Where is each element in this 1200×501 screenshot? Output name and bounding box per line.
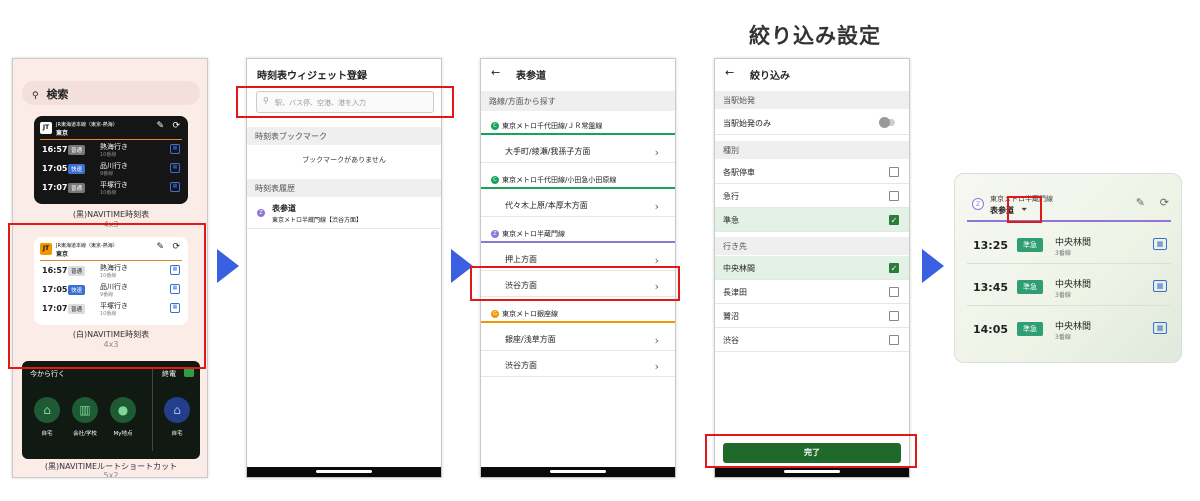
origin-section-header: 当駅始発 (715, 91, 909, 109)
checkbox-checked[interactable]: ✓ (889, 215, 899, 225)
timetable-icon: ▦ (170, 182, 180, 192)
origin-only-switch[interactable] (879, 117, 895, 128)
refresh-icon[interactable]: ⟳ (172, 121, 180, 131)
shortcut-widget-size: 5x2 (103, 471, 119, 478)
type-option[interactable]: 各駅停車 (715, 160, 909, 184)
history-item[interactable]: Z 表参道 東京メトロ半蔵門線【渋谷方面】 (247, 199, 441, 229)
destination-option-selected[interactable]: 中央林間 ✓ (715, 256, 909, 280)
chevron-right-icon: › (654, 146, 659, 159)
destination-option[interactable]: 鷺沼 (715, 304, 909, 328)
direction-item[interactable]: 銀座/浅草方面 › (481, 325, 675, 351)
search-icon: ⚲ (32, 91, 39, 101)
widget-dark-label: (黒)NAVITIME時刻表 (72, 210, 150, 219)
filter-screen: ← 絞り込み 当駅始発 当駅始発のみ 種別 各駅停車 急行 準急 ✓ 行き先 中央… (714, 58, 910, 478)
direction-item[interactable]: 渋谷方面 › (481, 351, 675, 377)
checkbox[interactable] (889, 167, 899, 177)
direction-section-header: 路線/方面から探す (481, 91, 675, 111)
timetable-icon: ▦ (170, 144, 180, 154)
system-nav-bar (715, 467, 909, 477)
chevron-right-icon: › (654, 334, 659, 347)
type-option[interactable]: 急行 (715, 184, 909, 208)
line-header: Z 東京メトロ半蔵門線 (481, 225, 675, 243)
departure-row: 17:05 快速 品川行き 9番線 ▦ (40, 160, 182, 178)
step-arrow-icon (922, 249, 944, 283)
destination-option[interactable]: 長津田 (715, 280, 909, 304)
highlight-done-button (705, 434, 917, 468)
shortcut-title: 今から行く (30, 370, 65, 378)
widget-register-screen: 時刻表ウィジェット登録 ⚲ 駅、バス停、空港、港を入力 時刻表ブックマーク ブッ… (246, 58, 442, 478)
origin-only-toggle-row[interactable]: 当駅始発のみ (715, 111, 909, 135)
location-pin-icon[interactable]: ● (110, 397, 136, 423)
timetable-icon[interactable]: ▦ (1153, 280, 1167, 292)
type-option-selected[interactable]: 準急 ✓ (715, 208, 909, 232)
timetable-widget-dark[interactable]: JT JR東海道本線（東京-熱海） 東京 ✎ ⟳ 16:57 普通 熱海行き 1… (34, 116, 188, 204)
line-header: C 東京メトロ千代田線/ＪＲ常盤線 (481, 117, 675, 135)
departure-row: 14:05 準急 中央林間 3番線 ▦ (967, 310, 1171, 348)
route-shortcut-widget[interactable]: 今から行く 終電 ⌂ ▥ ● ⌂ 自宅 会社/学校 My地点 自宅 (22, 361, 200, 459)
hanzomon-line-icon: Z (491, 230, 499, 238)
hanzomon-line-icon: Z (972, 198, 984, 210)
line-header: C 東京メトロ千代田線/小田急小田原線 (481, 171, 675, 189)
bookmark-empty-text: ブックマークがありません (302, 156, 386, 164)
departure-row: 17:07 普通 平塚行き 10番線 ▦ (40, 179, 182, 197)
filter-settings-heading: 絞り込み設定 (749, 24, 881, 48)
checkbox[interactable] (889, 191, 899, 201)
direction-item[interactable]: 大手町/綾瀬/我孫子方面 › (481, 137, 675, 163)
destination-option[interactable]: 渋谷 (715, 328, 909, 352)
filtered-timetable-widget[interactable]: Z 東京メトロ半蔵門線 表参道 ⏷ ✎ ⟳ 13:25 準急 中央林間 3番線 … (954, 173, 1182, 363)
hanzomon-line-icon: Z (257, 209, 265, 217)
departure-row: 16:57 普通 熱海行き 10番線 ▦ (40, 141, 182, 159)
highlight-shibuya-direction (470, 266, 680, 301)
destination-section-header: 行き先 (715, 237, 909, 255)
search-label: 検索 (46, 88, 69, 101)
highlight-light-widget (8, 223, 206, 369)
checkbox-checked[interactable]: ✓ (889, 263, 899, 273)
ginza-line-icon: G (491, 310, 499, 318)
screen-title: 絞り込み (750, 71, 790, 82)
timetable-icon[interactable]: ▦ (1153, 322, 1167, 334)
widget-search-bar[interactable]: ⚲ 検索 (22, 81, 200, 105)
highlight-search-input (236, 86, 454, 118)
departure-row: 13:25 準急 中央林間 3番線 ▦ (967, 226, 1171, 264)
chevron-right-icon: › (654, 200, 659, 213)
line-header: G 東京メトロ銀座線 (481, 305, 675, 323)
checkbox[interactable] (889, 335, 899, 345)
direction-item[interactable]: 代々木上原/本厚木方面 › (481, 191, 675, 217)
chevron-right-icon: › (654, 360, 659, 373)
system-nav-bar (247, 467, 441, 477)
timetable-icon: ▦ (170, 163, 180, 173)
refresh-icon[interactable]: ⟳ (1160, 196, 1169, 209)
checkbox[interactable] (889, 287, 899, 297)
screen-title: 時刻表ウィジェット登録 (257, 71, 367, 82)
home-icon[interactable]: ⌂ (34, 397, 60, 423)
edit-icon[interactable]: ✎ (156, 121, 164, 131)
back-arrow-icon[interactable]: ← (725, 66, 734, 79)
highlight-filter-icon (1007, 196, 1042, 223)
system-nav-bar (481, 467, 675, 477)
type-section-header: 種別 (715, 141, 909, 159)
history-header: 時刻表履歴 (247, 179, 441, 197)
edit-icon[interactable]: ✎ (1136, 196, 1145, 209)
widget-station-name: 東京 (56, 130, 69, 137)
checkbox[interactable] (889, 311, 899, 321)
bookmark-header: 時刻表ブックマーク (247, 127, 441, 145)
chiyoda-line-icon: C (491, 176, 499, 184)
screen-title: 表参道 (516, 71, 546, 82)
chiyoda-line-icon: C (491, 122, 499, 130)
home-icon[interactable]: ⌂ (164, 397, 190, 423)
last-train-label: 終電 (162, 370, 176, 378)
departure-row: 13:45 準急 中央林間 3番線 ▦ (967, 268, 1171, 306)
back-arrow-icon[interactable]: ← (491, 66, 500, 79)
jr-logo-icon: JT (40, 122, 52, 134)
office-icon[interactable]: ▥ (72, 397, 98, 423)
step-arrow-icon (217, 249, 239, 283)
widget-line-name: JR東海道本線（東京-熱海） (56, 122, 118, 128)
timetable-icon[interactable]: ▦ (1153, 238, 1167, 250)
